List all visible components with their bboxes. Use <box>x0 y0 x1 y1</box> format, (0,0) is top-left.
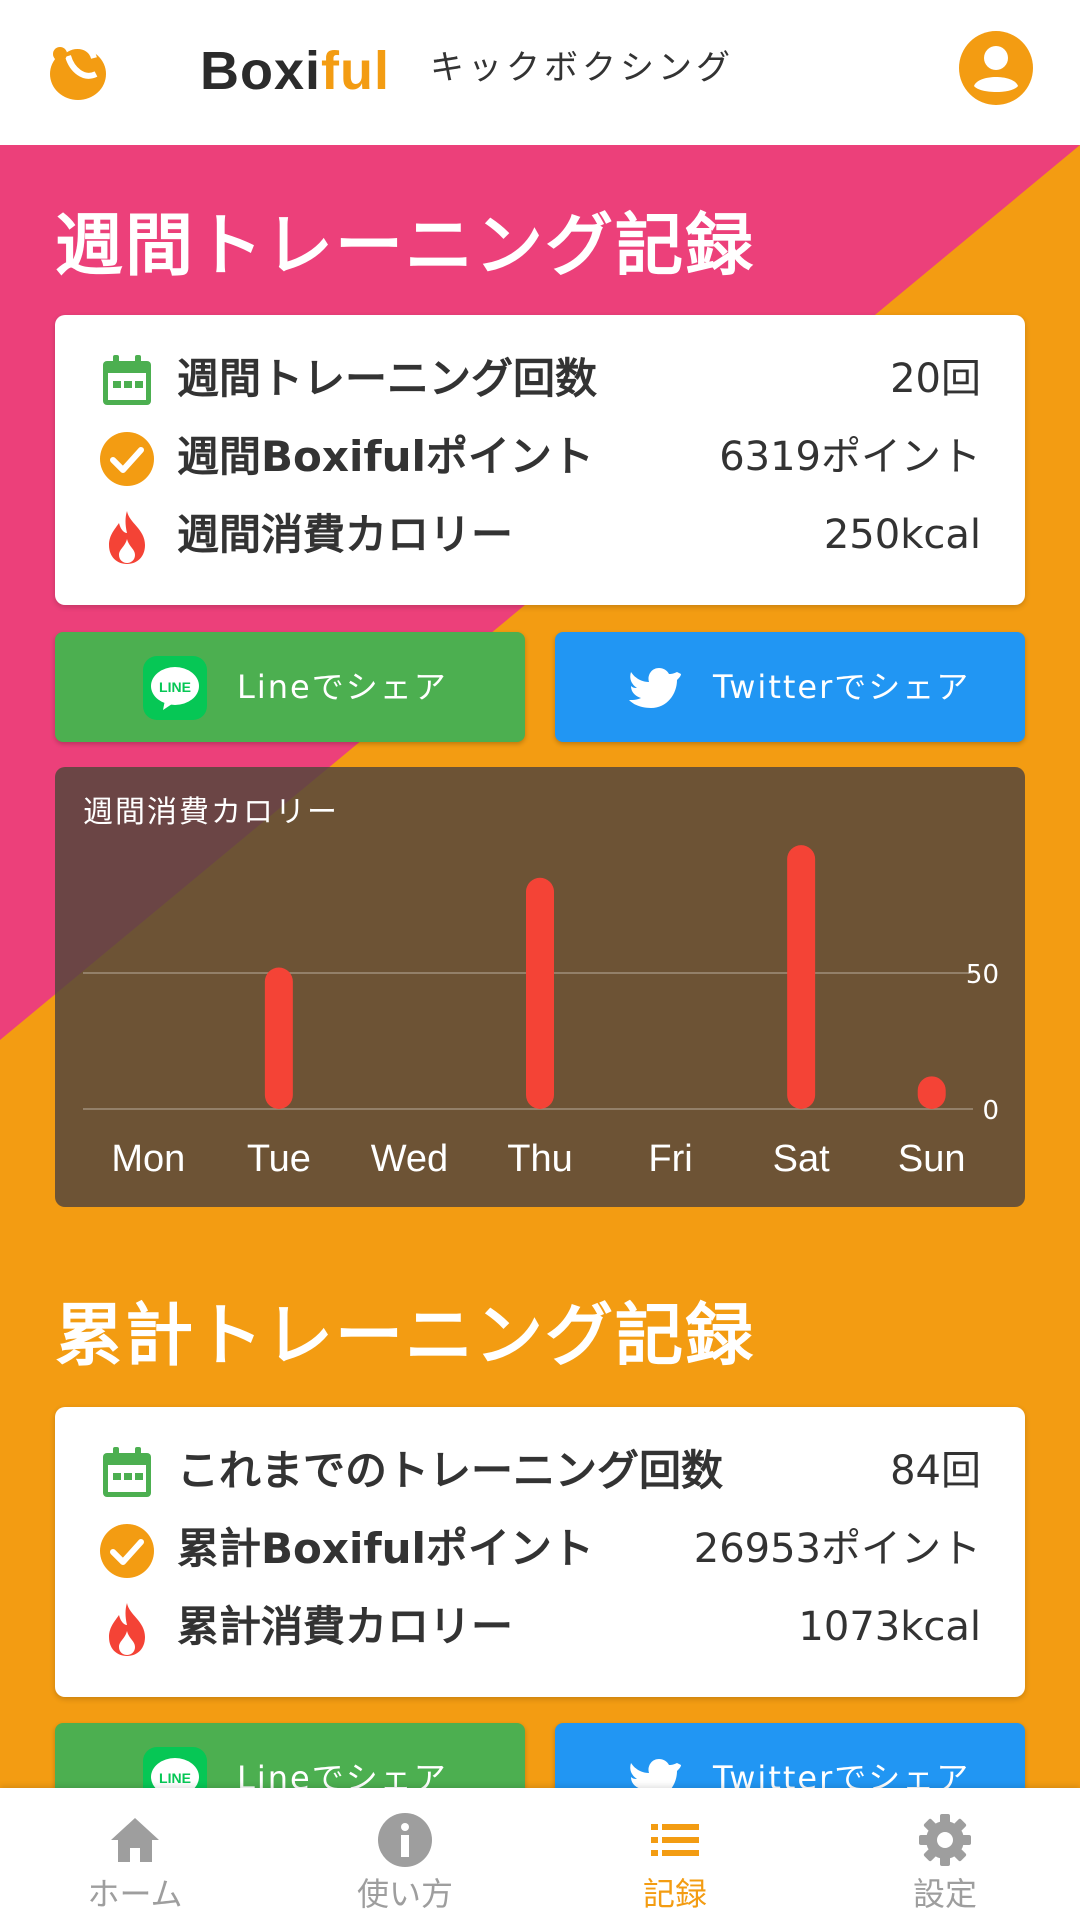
gear-icon <box>919 1814 971 1866</box>
svg-text:LINE: LINE <box>159 679 191 695</box>
main-content[interactable]: 週間トレーニング記録 週間トレーニング回数 20回 週間Boxifulポイント … <box>0 145 1080 1788</box>
chart-bar-thu[interactable] <box>526 877 554 1109</box>
line-app-icon: LINE <box>143 656 207 720</box>
total-twitter-share-button[interactable]: Twitterでシェア <box>555 1723 1025 1788</box>
weekly-section-title: 週間トレーニング記録 <box>55 207 756 286</box>
info-icon <box>378 1813 432 1867</box>
twitter-bird-icon <box>629 668 681 708</box>
nav-item-records[interactable]: 記録 <box>540 1788 810 1925</box>
stat-label: 週間Boxifulポイント <box>177 432 594 481</box>
svg-text:LINE: LINE <box>159 1770 191 1786</box>
check-circle-icon <box>100 432 154 486</box>
nav-item-settings[interactable]: 設定 <box>810 1788 1080 1925</box>
sport-name: キックボクシング <box>430 48 734 88</box>
stat-label: 週間消費カロリー <box>177 510 514 559</box>
chart-bar-sun[interactable] <box>917 1076 946 1109</box>
stat-value: 84回 <box>890 1448 981 1494</box>
home-icon <box>111 1818 159 1862</box>
total-section-title: 累計トレーニング記録 <box>55 1297 756 1376</box>
weekly-stats-card: 週間トレーニング回数 20回 週間Boxifulポイント 6319ポイント 週間… <box>55 315 1025 605</box>
line-share-label: Lineでシェア <box>237 1759 448 1788</box>
list-icon <box>651 1824 699 1856</box>
chart-bar-tue[interactable] <box>264 967 293 1109</box>
brand-name: Boxiful <box>200 38 390 104</box>
weekly-calorie-chart: 週間消費カロリー 0 50 Mon Tue Wed Thu Fri Sat Sun <box>55 767 1025 1207</box>
nav-label: 設定 <box>912 1875 977 1913</box>
weekly-stat-calories: 週間消費カロリー 250kcal <box>99 503 981 567</box>
weekly-stat-count: 週間トレーニング回数 20回 <box>99 347 981 411</box>
nav-label: ホーム <box>87 1875 183 1913</box>
chart-canvas: 0 50 Mon Tue Wed Thu Fri Sat Sun <box>83 845 999 1180</box>
chart-x-tick-label: Tue <box>247 1138 311 1180</box>
fire-icon <box>109 511 145 564</box>
chart-x-tick-label: Fri <box>648 1138 692 1180</box>
check-circle-icon <box>100 1524 154 1578</box>
twitter-share-label: Twitterでシェア <box>713 1759 971 1788</box>
stat-label: 累計Boxifulポイント <box>177 1524 594 1573</box>
stat-value: 1073kcal <box>798 1604 981 1650</box>
chart-y-tick-label: 50 <box>966 960 999 990</box>
chart-x-tick-label: Sat <box>773 1138 830 1180</box>
stat-value: 250kcal <box>823 512 981 558</box>
total-stat-points: 累計Boxifulポイント 26953ポイント <box>99 1517 981 1581</box>
stat-label: 週間トレーニング回数 <box>177 354 598 403</box>
stat-value: 20回 <box>890 356 981 402</box>
chart-x-tick-label: Mon <box>111 1138 185 1180</box>
weekly-twitter-share-button[interactable]: Twitterでシェア <box>555 632 1025 742</box>
weekly-line-share-button[interactable]: LINE Lineでシェア <box>55 632 525 742</box>
nav-item-howto[interactable]: 使い方 <box>270 1788 540 1925</box>
line-share-label: Lineでシェア <box>237 668 448 706</box>
stat-value: 26953ポイント <box>693 1526 981 1572</box>
app-logo-icon[interactable] <box>44 36 112 104</box>
total-line-share-button[interactable]: LINE Lineでシェア <box>55 1723 525 1788</box>
fire-icon <box>109 1603 145 1656</box>
weekly-stat-points: 週間Boxifulポイント 6319ポイント <box>99 425 981 489</box>
twitter-share-label: Twitterでシェア <box>713 668 971 706</box>
twitter-bird-icon <box>630 1759 681 1788</box>
nav-label: 記録 <box>642 1875 707 1913</box>
nav-item-home[interactable]: ホーム <box>0 1788 270 1925</box>
chart-x-tick-label: Thu <box>507 1138 572 1180</box>
bottom-navigation: ホーム 使い方 記録 設定 <box>0 1788 1080 1925</box>
brand-name-main: Boxi <box>200 41 322 101</box>
brand-name-accent: ful <box>321 41 391 101</box>
total-stats-card: これまでのトレーニング回数 84回 累計Boxifulポイント 26953ポイン… <box>55 1407 1025 1697</box>
app-header: Boxiful キックボクシング <box>0 0 1080 145</box>
calendar-icon <box>103 355 151 405</box>
line-app-icon: LINE <box>143 1747 207 1788</box>
account-icon[interactable] <box>958 30 1034 106</box>
nav-label: 使い方 <box>356 1875 453 1913</box>
calendar-icon <box>103 1447 151 1497</box>
chart-y-tick-label: 0 <box>982 1096 999 1126</box>
chart-x-tick-label: Sun <box>898 1138 966 1180</box>
total-stat-count: これまでのトレーニング回数 84回 <box>99 1439 981 1503</box>
chart-bar-sat[interactable] <box>787 845 816 1109</box>
stat-value: 6319ポイント <box>719 434 981 480</box>
chart-x-tick-label: Wed <box>371 1138 448 1180</box>
stat-label: 累計消費カロリー <box>177 1602 514 1651</box>
stat-label: これまでのトレーニング回数 <box>177 1446 724 1495</box>
total-stat-calories: 累計消費カロリー 1073kcal <box>99 1595 981 1659</box>
